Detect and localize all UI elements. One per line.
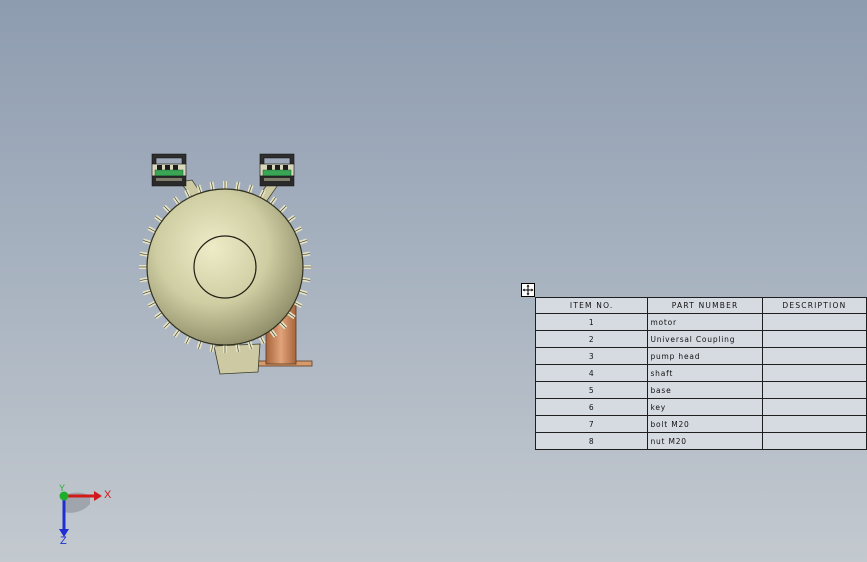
bom-header-row: ITEM NO. PART NUMBER DESCRIPTION — [534, 297, 867, 314]
bom-item-no: 5 — [534, 381, 649, 399]
z-axis-label: Z — [60, 535, 67, 546]
terminal-box-right[interactable] — [259, 153, 295, 187]
bom-part-number: motor — [647, 313, 763, 331]
bom-part-number: key — [647, 398, 763, 416]
coordinate-triad-icon: X Y Z — [59, 483, 112, 546]
motor-assembly-model[interactable] — [130, 150, 320, 380]
table-row[interactable]: 6 key — [534, 398, 867, 416]
table-row[interactable]: 4 shaft — [534, 364, 867, 382]
bom-description — [761, 313, 867, 331]
table-row[interactable]: 1 motor — [534, 313, 867, 331]
bom-description — [761, 415, 867, 433]
bom-description — [761, 330, 867, 348]
bom-header-part-number: PART NUMBER — [647, 297, 763, 314]
table-row[interactable]: 2 Universal Coupling — [534, 330, 867, 348]
bom-description — [761, 364, 867, 382]
move-table-icon[interactable] — [521, 283, 535, 297]
bom-description — [761, 381, 867, 399]
table-row[interactable]: 5 base — [534, 381, 867, 399]
bom-description — [761, 432, 867, 450]
bom-part-number: pump head — [647, 347, 763, 365]
table-row[interactable]: 8 nut M20 — [534, 432, 867, 450]
graphics-viewport[interactable]: ITEM NO. PART NUMBER DESCRIPTION 1 motor… — [0, 0, 867, 562]
bom-header-description: DESCRIPTION — [761, 297, 867, 314]
bom-item-no: 6 — [534, 398, 649, 416]
bom-item-no: 8 — [534, 432, 649, 450]
bom-part-number: shaft — [647, 364, 763, 382]
bom-item-no: 1 — [534, 313, 649, 331]
bom-item-no: 2 — [534, 330, 649, 348]
bom-item-no: 3 — [534, 347, 649, 365]
bom-description — [761, 398, 867, 416]
bom-header-item-no: ITEM NO. — [534, 297, 649, 314]
bom-item-no: 7 — [534, 415, 649, 433]
bom-part-number: nut M20 — [647, 432, 763, 450]
bom-description — [761, 347, 867, 365]
table-row[interactable]: 3 pump head — [534, 347, 867, 365]
table-row[interactable]: 7 bolt M20 — [534, 415, 867, 433]
bom-item-no: 4 — [534, 364, 649, 382]
bom-table[interactable]: ITEM NO. PART NUMBER DESCRIPTION 1 motor… — [534, 297, 867, 450]
bom-part-number: Universal Coupling — [647, 330, 763, 348]
x-axis-label: X — [104, 489, 112, 501]
y-axis-label: Y — [59, 483, 65, 493]
bom-part-number: bolt M20 — [647, 415, 763, 433]
terminal-box-left[interactable] — [151, 153, 187, 187]
bom-part-number: base — [647, 381, 763, 399]
motor-body[interactable] — [146, 188, 304, 346]
